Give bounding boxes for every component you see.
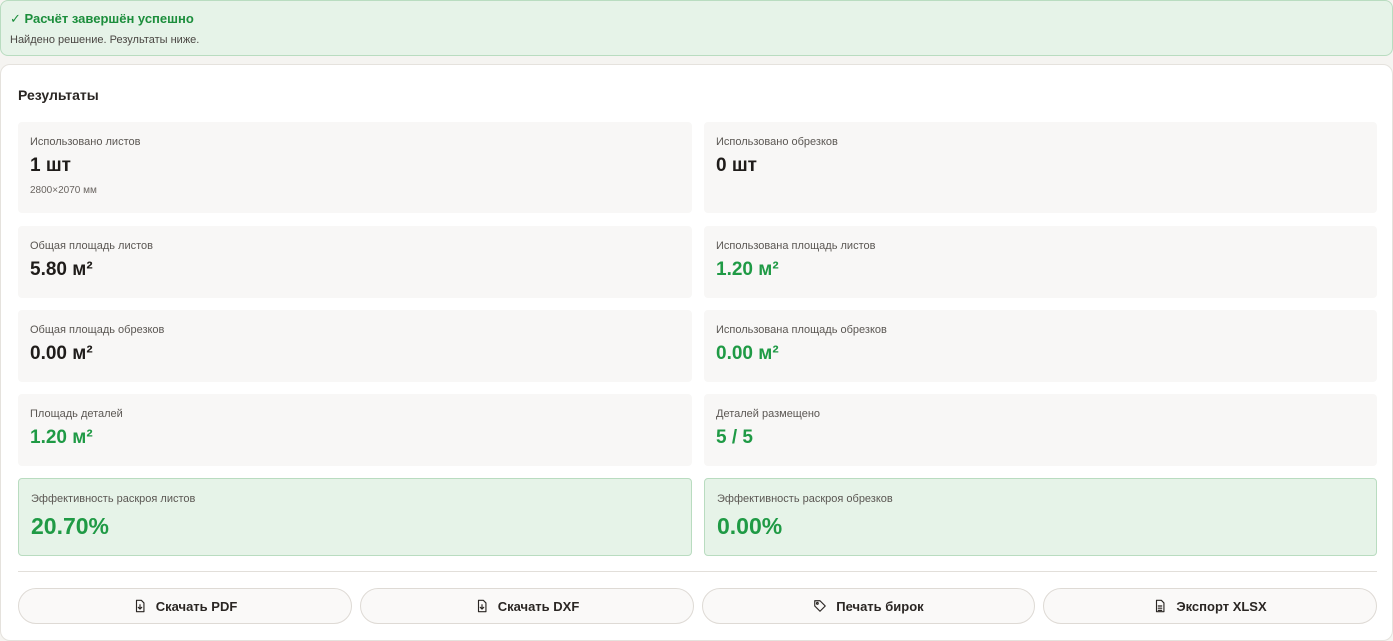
card-label: Использована площадь обрезков <box>716 324 887 336</box>
button-label: Скачать PDF <box>155 598 238 614</box>
card-value: 0.00 м² <box>30 343 93 364</box>
card-value: 0 шт <box>716 155 757 176</box>
export-xlsx-button[interactable]: Экспорт XLSX <box>1043 588 1377 624</box>
card-parts-area: Площадь деталей 1.20 м² <box>18 394 692 466</box>
results-title: Результаты <box>18 87 99 103</box>
card-offcuts-used: Использовано обрезков 0 шт <box>704 122 1377 213</box>
button-label: Экспорт XLSX <box>1176 598 1267 614</box>
card-label: Использовано обрезков <box>716 136 838 148</box>
card-value: 5 / 5 <box>716 427 753 448</box>
card-value: 1.20 м² <box>30 427 93 448</box>
spreadsheet-icon <box>1156 599 1165 613</box>
card-sheets-efficiency: Эффективность раскроя листов 20.70% <box>18 478 692 556</box>
alert-title: ✓ Расчёт завершён успешно <box>10 11 194 26</box>
card-label: Эффективность раскроя листов <box>31 493 196 505</box>
card-value: 0.00 м² <box>716 343 779 364</box>
card-value: 20.70% <box>31 513 110 539</box>
card-offcuts-total-area: Общая площадь обрезков 0.00 м² <box>18 310 692 382</box>
actions-bar: Скачать PDF Скачать DXF Печать бирок Экс… <box>18 588 1377 624</box>
tag-icon <box>814 600 827 612</box>
button-label: Скачать DXF <box>497 598 580 614</box>
card-offcuts-used-area: Использована площадь обрезков 0.00 м² <box>704 310 1377 382</box>
download-pdf-button[interactable]: Скачать PDF <box>18 588 352 624</box>
card-label: Использовано листов <box>30 136 141 148</box>
button-label: Печать бирок <box>836 598 924 614</box>
print-labels-button[interactable]: Печать бирок <box>702 588 1035 624</box>
download-dxf-button[interactable]: Скачать DXF <box>360 588 694 624</box>
card-value: 1.20 м² <box>716 259 779 280</box>
card-sheets-used-area: Использована площадь листов 1.20 м² <box>704 226 1377 298</box>
card-subtext: 2800×2070 мм <box>30 185 97 196</box>
file-download-icon <box>477 599 487 613</box>
card-sheets-used: Использовано листов 1 шт 2800×2070 мм <box>18 122 692 213</box>
file-download-icon <box>135 599 145 613</box>
card-value: 0.00% <box>717 513 783 539</box>
card-parts-placed: Деталей размещено 5 / 5 <box>704 394 1377 466</box>
card-value: 1 шт <box>30 155 71 176</box>
card-value: 5.80 м² <box>30 259 93 280</box>
card-label: Деталей размещено <box>716 408 821 420</box>
card-label: Общая площадь обрезков <box>30 324 165 336</box>
card-label: Общая площадь листов <box>30 240 153 252</box>
alert-message: Найдено решение. Результаты ниже. <box>10 34 200 46</box>
results-panel: Результаты Использовано листов 1 шт 2800… <box>0 64 1393 641</box>
success-alert: ✓ Расчёт завершён успешно Найдено решени… <box>0 0 1393 56</box>
card-offcuts-efficiency: Эффективность раскроя обрезков 0.00% <box>704 478 1377 556</box>
divider <box>18 571 1377 572</box>
card-label: Эффективность раскроя обрезков <box>717 493 893 505</box>
card-sheets-total-area: Общая площадь листов 5.80 м² <box>18 226 692 298</box>
card-label: Площадь деталей <box>30 408 123 420</box>
card-label: Использована площадь листов <box>716 240 876 252</box>
